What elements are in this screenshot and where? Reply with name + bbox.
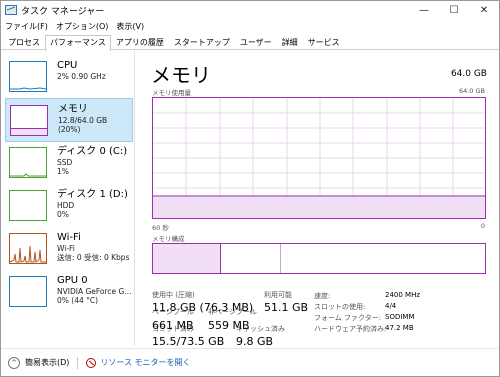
minimize-button[interactable]: — — [409, 1, 439, 19]
resource-disk-1[interactable]: ディスク 1 (D:) HDD 0% — [5, 184, 133, 228]
wifi-thumbnail-graph — [9, 233, 47, 264]
in-use-label: 使用中 (圧縮) — [152, 291, 195, 299]
disk1-label: ディスク 1 (D:) — [57, 189, 128, 200]
cpu-label: CPU — [57, 60, 78, 71]
time-axis-right: 0 — [480, 222, 485, 230]
task-manager-window: タスク マネージャー — ☐ ✕ ファイル(F) オプション(O) 表示(V) … — [0, 0, 500, 377]
page-title: メモリ — [151, 63, 211, 87]
menu-options[interactable]: オプション(O) — [52, 20, 113, 34]
usage-area — [153, 196, 485, 218]
footer-bar: ^ 簡易表示(D) リソース モニターを開く — [1, 348, 499, 376]
composition-in-use — [153, 244, 221, 273]
usage-graph-label: メモリ使用量 — [152, 89, 191, 97]
maximize-button[interactable]: ☐ — [439, 1, 469, 19]
available-value: 51.1 GB — [264, 301, 309, 314]
usage-graph-max: 64.0 GB — [458, 87, 485, 95]
composition-label: メモリ構成 — [152, 235, 185, 243]
slots-label: スロットの使用: — [314, 303, 366, 311]
chevron-up-icon[interactable]: ^ — [8, 356, 20, 369]
memory-thumbnail-graph — [10, 105, 48, 136]
speed-value: 2400 MHz — [385, 291, 421, 299]
disk1-thumbnail-graph — [9, 190, 47, 221]
tab-performance[interactable]: パフォーマンス — [45, 35, 111, 51]
composition-standby — [221, 244, 281, 273]
tab-bar: プロセス パフォーマンス アプリの履歴 スタートアップ ユーザー 詳細 サービス — [1, 35, 499, 51]
committed-value: 15.5/73.5 GB — [152, 335, 225, 348]
menu-bar: ファイル(F) オプション(O) 表示(V) — [1, 20, 148, 34]
wifi-adapter: Wi-Fi — [57, 244, 75, 253]
nonpaged-pool-value: 559 MB — [208, 319, 250, 332]
title-bar: タスク マネージャー — ☐ ✕ — [1, 1, 499, 19]
menu-view[interactable]: 表示(V) — [112, 20, 148, 34]
tab-app-history[interactable]: アプリの履歴 — [111, 35, 169, 50]
resource-cpu[interactable]: CPU 2% 0.90 GHz — [5, 55, 133, 99]
memory-detail-panel: メモリ 64.0 GB メモリ使用量 64.0 GB 60 秒 0 メモリ構成 … — [141, 51, 497, 348]
disk0-usage: 1% — [57, 167, 69, 176]
disk0-thumbnail-graph — [9, 147, 47, 178]
disk0-type: SSD — [57, 158, 73, 167]
hw-reserved-value: 47.2 MB — [385, 324, 414, 332]
brief-view-link[interactable]: 簡易表示(D) — [25, 357, 69, 368]
gpu-label: GPU 0 — [57, 275, 88, 286]
tab-details[interactable]: 詳細 — [277, 35, 303, 50]
memory-usage-graph — [152, 97, 486, 219]
cpu-thumbnail-graph — [9, 61, 47, 92]
disk1-usage: 0% — [57, 210, 69, 219]
resource-list: CPU 2% 0.90 GHz メモリ 12.8/64.0 GB (20%) デ… — [1, 51, 135, 346]
wifi-label: Wi-Fi — [57, 232, 81, 243]
tab-services[interactable]: サービス — [303, 35, 345, 50]
cpu-usage: 2% 0.90 GHz — [57, 72, 106, 81]
hw-reserved-label: ハードウェア予約済み: — [314, 325, 387, 333]
close-button[interactable]: ✕ — [469, 1, 499, 19]
form-factor-value: SODIMM — [385, 313, 415, 321]
disk0-label: ディスク 0 (C:) — [57, 146, 128, 157]
footer-divider — [77, 356, 79, 369]
available-label: 利用可能 — [264, 291, 292, 299]
disk1-type: HDD — [57, 201, 75, 210]
tab-startup[interactable]: スタートアップ — [169, 35, 235, 50]
gpu-model: NVIDIA GeForce G... — [57, 287, 132, 296]
wifi-throughput: 送信: 0 受信: 0 Kbps — [57, 253, 130, 262]
speed-label: 速度: — [314, 292, 331, 300]
slots-value: 4/4 — [385, 302, 397, 310]
memory-composition-bar — [152, 243, 486, 274]
paged-pool-label: ページプール — [152, 308, 194, 316]
resource-monitor-link[interactable]: リソース モニターを開く — [100, 357, 190, 368]
memory-usage: 12.8/64.0 GB (20%) — [57, 116, 108, 134]
cached-value: 9.8 GB — [236, 335, 274, 348]
resource-disk-0[interactable]: ディスク 0 (C:) SSD 1% — [5, 141, 133, 185]
resource-wifi[interactable]: Wi-Fi Wi-Fi 送信: 0 受信: 0 Kbps — [5, 227, 133, 271]
tab-users[interactable]: ユーザー — [235, 35, 277, 50]
form-factor-label: フォーム ファクター: — [314, 314, 382, 322]
memory-label: メモリ — [57, 104, 88, 115]
gpu-usage: 0% (44 °C) — [57, 296, 99, 305]
task-manager-icon — [5, 5, 17, 15]
gpu-thumbnail-graph — [9, 276, 47, 307]
resource-monitor-icon — [86, 357, 97, 368]
resource-gpu[interactable]: GPU 0 NVIDIA GeForce G... 0% (44 °C) — [5, 270, 133, 314]
time-axis-left: 60 秒 — [152, 224, 169, 232]
menu-file[interactable]: ファイル(F) — [1, 20, 52, 34]
paged-pool-value: 661 MB — [152, 319, 194, 332]
window-title: タスク マネージャー — [21, 6, 105, 17]
resource-memory[interactable]: メモリ 12.8/64.0 GB (20%) — [5, 98, 133, 142]
nonpaged-pool-label: 非ページプール — [208, 308, 257, 316]
memory-total: 64.0 GB — [450, 69, 487, 79]
tab-processes[interactable]: プロセス — [3, 35, 45, 50]
